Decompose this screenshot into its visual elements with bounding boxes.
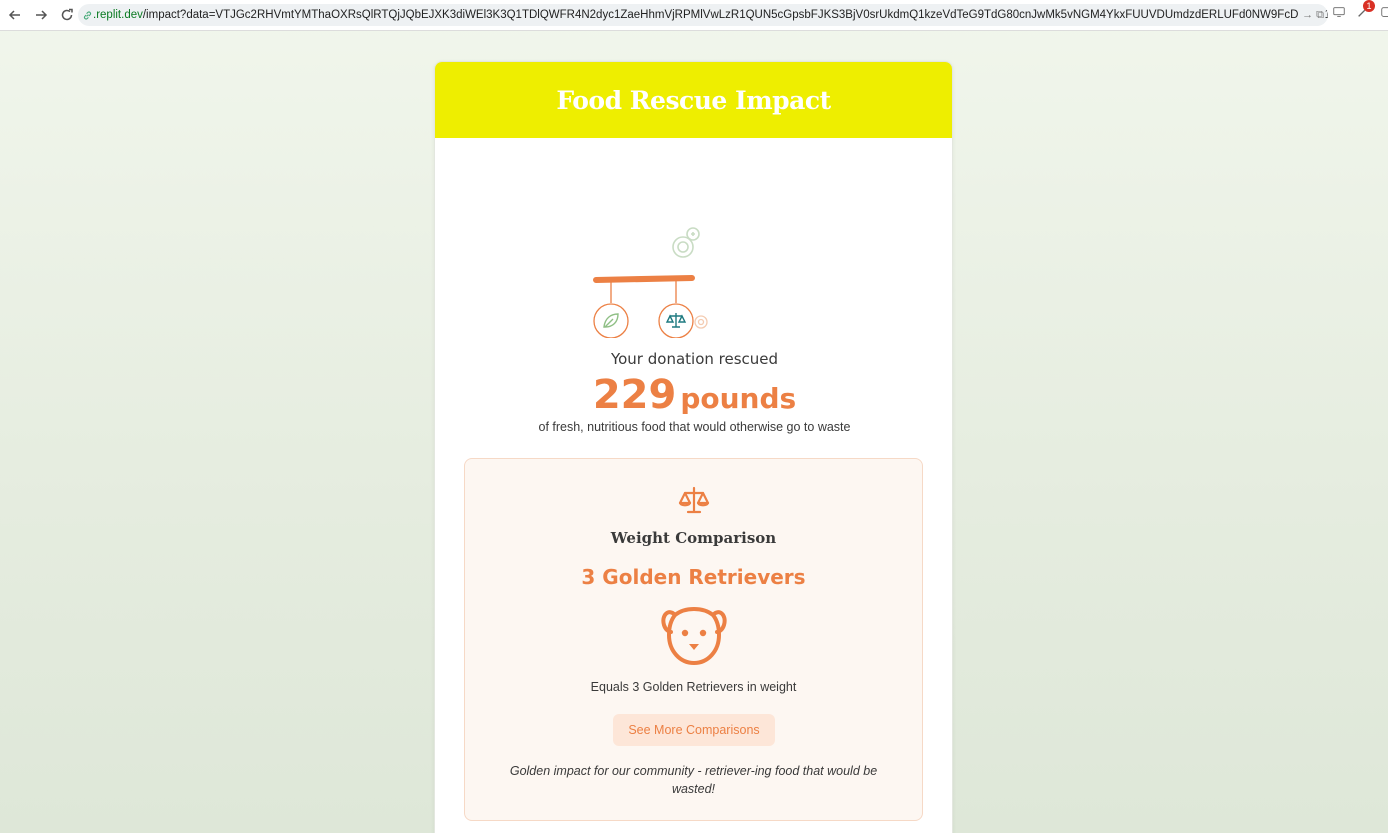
url-actions[interactable]: → ⧉ bbox=[1299, 4, 1324, 26]
comparison-quote: Golden impact for our community - retrie… bbox=[509, 764, 878, 796]
url-path: /impact?data=VTJGc2RHVmtYMThaOXRsQlRTQjJ… bbox=[142, 9, 1328, 21]
comparison-description: Equals 3 Golden Retrievers in weight bbox=[590, 680, 797, 694]
impact-card: Food Rescue Impact Your donation rescued… bbox=[434, 61, 953, 833]
url-host: .replit.dev bbox=[93, 9, 143, 21]
forward-arrow-icon[interactable] bbox=[30, 4, 52, 26]
leaf-icon bbox=[593, 303, 629, 338]
tab-icon[interactable] bbox=[1380, 5, 1388, 21]
rescued-amount: 229 pounds bbox=[435, 372, 952, 418]
dog-icon bbox=[661, 607, 727, 665]
mobile-illustration bbox=[593, 227, 708, 338]
mobile-bar bbox=[593, 275, 695, 283]
browser-toolbar: .replit.dev/impact?data=VTJGc2RHVmtYMTha… bbox=[0, 0, 1388, 31]
monitor-icon[interactable] bbox=[1332, 5, 1348, 21]
extension-area: 1 bbox=[1332, 0, 1388, 21]
comparison-value: 3 Golden Retrievers bbox=[581, 565, 806, 589]
rescued-unit: pounds bbox=[680, 382, 797, 415]
rescued-description: of fresh, nutritious food that would oth… bbox=[538, 420, 851, 434]
comparison-title: Weight Comparison bbox=[610, 529, 777, 547]
notification-badge: 1 bbox=[1363, 0, 1375, 12]
address-bar[interactable]: .replit.dev/impact?data=VTJGc2RHVmtYMTha… bbox=[78, 4, 1328, 26]
rescued-number: 229 bbox=[592, 372, 677, 418]
link-icon bbox=[82, 10, 93, 21]
extension-icon[interactable]: 1 bbox=[1356, 0, 1375, 21]
card-header: Food Rescue Impact bbox=[435, 62, 952, 138]
card-title: Food Rescue Impact bbox=[556, 85, 831, 115]
target-icon bbox=[672, 227, 700, 258]
back-arrow-icon[interactable] bbox=[4, 4, 26, 26]
scale-icon bbox=[678, 486, 710, 514]
see-more-comparisons-button[interactable]: See More Comparisons bbox=[613, 714, 775, 746]
reload-icon[interactable] bbox=[56, 4, 78, 26]
scale-icon bbox=[658, 303, 694, 338]
rescued-label: Your donation rescued bbox=[610, 350, 779, 368]
weight-comparison-panel: Weight Comparison 3 Golden Retrievers Eq… bbox=[464, 458, 923, 821]
